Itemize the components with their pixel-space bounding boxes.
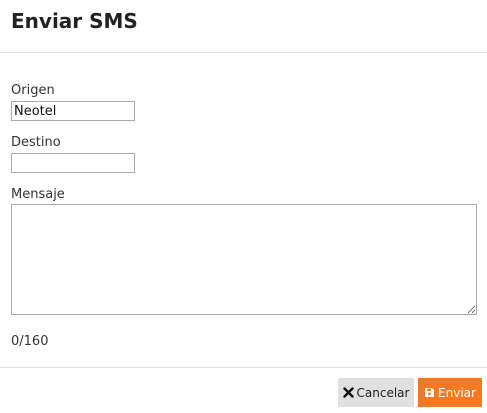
cancel-button[interactable]: Cancelar (338, 378, 414, 407)
times-icon (342, 387, 354, 398)
dialog-title: Enviar SMS (11, 9, 138, 33)
cancel-button-label: Cancelar (356, 385, 410, 400)
character-counter: 0/160 (11, 334, 49, 349)
footer-divider (0, 367, 487, 368)
save-icon (424, 387, 435, 398)
header-divider (0, 52, 487, 53)
send-button[interactable]: Enviar (418, 378, 482, 407)
destino-input[interactable] (11, 153, 135, 173)
origen-input[interactable] (11, 101, 135, 121)
origen-label: Origen (11, 83, 55, 98)
destino-label: Destino (11, 135, 61, 150)
mensaje-label: Mensaje (11, 187, 65, 202)
mensaje-textarea[interactable] (11, 204, 477, 315)
send-button-label: Enviar (438, 385, 476, 400)
send-sms-dialog: Enviar SMS Origen Destino Mensaje 0/160 … (0, 0, 487, 413)
